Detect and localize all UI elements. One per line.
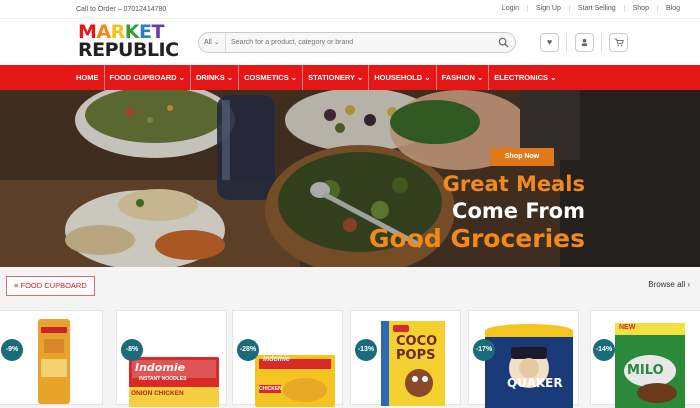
login-link[interactable]: Login (494, 5, 527, 12)
discount-badge: -9% (1, 339, 23, 361)
shop-now-button[interactable]: Shop Now (490, 148, 554, 166)
product-card[interactable]: -28% Indomie CHICKEN (232, 310, 343, 407)
wishlist-heart-icon[interactable]: ♥ (540, 33, 559, 52)
hero-headline-line-1: Great Meals (442, 172, 585, 196)
hero-banner: Shop Now Great Meals Come From Good Groc… (0, 90, 700, 267)
search-category-select[interactable]: All ⌄ (199, 33, 226, 52)
shop-link[interactable]: Shop (623, 5, 657, 12)
top-links: Login Sign Up Start Selling Shop Blog (494, 5, 688, 12)
product-card[interactable]: -9% (0, 310, 103, 405)
food-cupboard-tab[interactable]: ≡ FOOD CUPBOARD (6, 276, 95, 296)
milo-brand-text: MILO (627, 363, 664, 378)
header-divider (566, 33, 567, 52)
main-navigation: HOME FOOD CUPBOARD ⌄ DRINKS ⌄ COSMETICS … (0, 65, 700, 90)
nav-fashion[interactable]: FASHION ⌄ (437, 65, 490, 90)
nav-food-cupboard[interactable]: FOOD CUPBOARD ⌄ (105, 65, 191, 90)
blog-link[interactable]: Blog (656, 5, 688, 12)
coco-text: COCO (396, 334, 438, 349)
discount-badge: -28% (237, 339, 259, 361)
call-to-order-text: Call to Order – 07012414780 (76, 6, 167, 13)
product-card[interactable]: -8% Indomie INSTANT NOODLES ONION CHICKE… (116, 310, 227, 407)
product-card[interactable]: -13% COCO POPS (350, 310, 461, 406)
quaker-brand-text: QUAKER (507, 376, 563, 390)
pops-text: POPS (396, 348, 436, 363)
indomie-brand-text: Indomie (135, 361, 186, 374)
nav-cosmetics[interactable]: COSMETICS ⌄ (239, 65, 304, 90)
top-bar: Call to Order – 07012414780 Login Sign U… (0, 0, 700, 19)
chicken-flavour-text: CHICKEN (259, 386, 282, 392)
product-card[interactable]: -14% NEW MILO (590, 310, 700, 408)
search-bar: All ⌄ (198, 32, 516, 53)
start-selling-link[interactable]: Start Selling (568, 5, 624, 12)
discount-badge: -14% (593, 339, 615, 361)
nav-home[interactable]: HOME (71, 65, 105, 90)
instant-noodles-text: INSTANT NOODLES (139, 376, 187, 382)
discount-badge: -13% (355, 339, 377, 361)
nav-drinks[interactable]: DRINKS ⌄ (191, 65, 240, 90)
discount-badge: -8% (121, 339, 143, 361)
spaghetti-pack-image (38, 319, 70, 404)
nav-electronics[interactable]: ELECTRONICS ⌄ (489, 65, 561, 90)
new-label-text: NEW (619, 324, 636, 331)
indomie-brand-text: Indomie (263, 356, 290, 363)
header-divider (601, 33, 602, 52)
search-icon[interactable] (498, 37, 509, 48)
search-input[interactable] (227, 33, 487, 52)
site-header: MARKET REPUBLIC All ⌄ ♥ (0, 19, 700, 65)
hero-headline-line-2: Come From (452, 199, 585, 223)
product-card[interactable]: -17% QUAKER (468, 310, 579, 408)
cart-icon[interactable] (609, 33, 628, 52)
menu-lines-icon: ≡ (14, 281, 19, 290)
nav-stationery[interactable]: STATIONERY ⌄ (303, 65, 370, 90)
onion-chicken-text: ONION CHICKEN (131, 390, 184, 397)
discount-badge: -17% (473, 339, 495, 361)
hero-headline-line-3: Good Groceries (368, 224, 585, 253)
account-user-icon[interactable] (575, 33, 594, 52)
signup-link[interactable]: Sign Up (526, 5, 569, 12)
food-cupboard-section: ≡ FOOD CUPBOARD Browse all › -9% -8% Ind… (0, 267, 700, 408)
nav-household[interactable]: HOUSEHOLD ⌄ (369, 65, 437, 90)
quaker-oats-tin-image (485, 324, 573, 408)
browse-all-link[interactable]: Browse all › (648, 280, 690, 289)
logo-line-2: REPUBLIC (78, 39, 179, 61)
market-republic-logo[interactable]: MARKET REPUBLIC (78, 23, 183, 61)
product-carousel: -9% -8% Indomie INSTANT NOODLES ONION CH… (0, 310, 700, 408)
hero-food-image (0, 90, 700, 267)
